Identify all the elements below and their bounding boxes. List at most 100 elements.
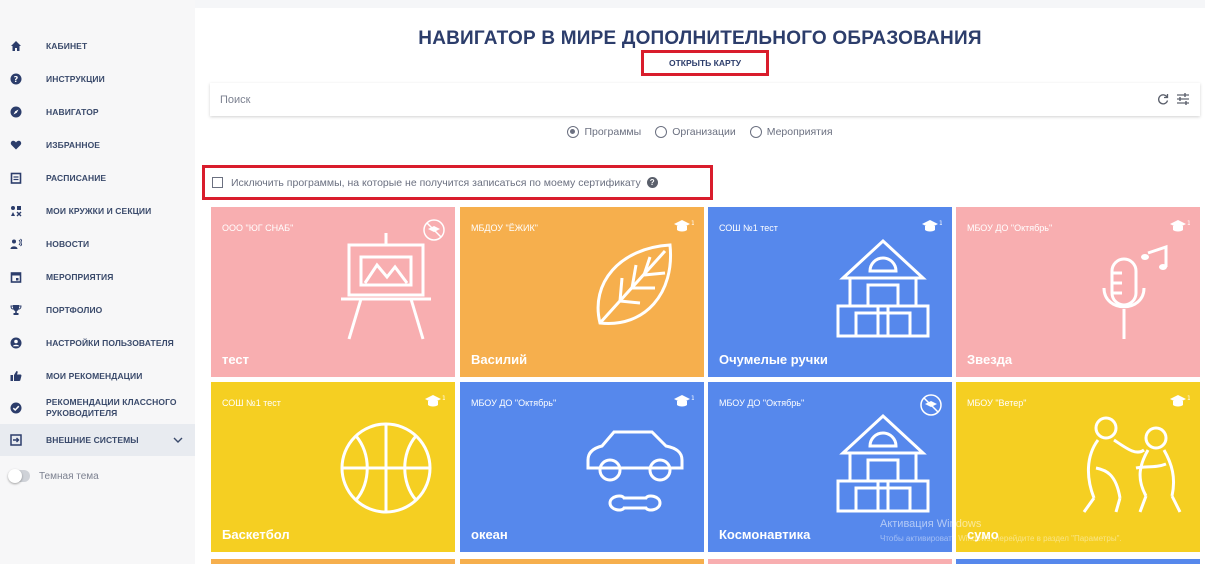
card-organization: МБОУ ДО "Октябрь" <box>471 398 557 408</box>
sidebar-item-favorites[interactable]: ИЗБРАННОЕ <box>0 137 195 153</box>
card-title: тест <box>222 352 250 367</box>
compass-icon <box>9 105 23 119</box>
radio-organizations[interactable]: Организации <box>655 126 736 138</box>
leaf-icon <box>596 243 673 325</box>
sidebar-item-navigator[interactable]: НАВИГАТОР <box>0 104 195 120</box>
page-title: НАВИГАТОР В МИРЕ ДОПОЛНИТЕЛЬНОГО ОБРАЗОВ… <box>418 28 982 49</box>
radio-button-selected[interactable] <box>567 126 580 138</box>
question-icon: ? <box>9 72 23 86</box>
trophy-icon <box>9 303 23 317</box>
svg-text:1: 1 <box>442 395 445 402</box>
event-calendar-icon <box>9 270 23 284</box>
heart-icon <box>9 138 23 152</box>
card-organization: МБОУ "Ветер" <box>967 398 1027 408</box>
megaphone-icon <box>9 237 23 251</box>
sidebar: КАБИНЕТ ? ИНСТРУКЦИИ НАВИГАТОР ИЗБРАННОЕ… <box>0 0 195 564</box>
toggle-switch[interactable] <box>8 469 30 483</box>
sidebar-item-label: РЕКОМЕНДАЦИИ КЛАССНОГО РУКОВОДИТЕЛЯ <box>46 397 177 418</box>
external-icon <box>9 433 23 447</box>
card-organization: СОШ №1 тест <box>719 223 778 233</box>
exclude-programs-checkbox[interactable] <box>212 177 223 188</box>
svg-text:?: ? <box>14 75 19 84</box>
radio-label: Организации <box>672 126 736 138</box>
program-card[interactable]: СОШ №1 тест 1 Очумелые ручки <box>708 207 952 377</box>
program-card[interactable]: МБДОУ "ЁЖИК" 1 Василий <box>460 207 704 377</box>
sidebar-item-news[interactable]: НОВОСТИ <box>0 236 195 252</box>
exclude-programs-label: Исключить программы, на которые не получ… <box>231 176 641 189</box>
thumbs-up-icon <box>9 369 23 383</box>
filter-settings-icon[interactable] <box>1176 92 1190 111</box>
program-card-partial[interactable] <box>460 559 704 564</box>
svg-text:1: 1 <box>691 220 694 227</box>
search-actions <box>1156 92 1190 111</box>
card-organization: ООО "ЮГ СНАБ" <box>222 223 294 233</box>
program-card[interactable]: ООО "ЮГ СНАБ" тест <box>211 207 455 377</box>
radio-button[interactable] <box>655 126 668 138</box>
sidebar-item-label: ВНЕШНИЕ СИСТЕМЫ <box>46 434 139 445</box>
card-organization: СОШ №1 тест <box>222 398 281 408</box>
sidebar-item-schedule[interactable]: РАСПИСАНИЕ <box>0 170 195 186</box>
app-root: КАБИНЕТ ? ИНСТРУКЦИИ НАВИГАТОР ИЗБРАННОЕ… <box>0 0 1205 564</box>
microphone-icon <box>1102 244 1168 339</box>
calendar-list-icon <box>9 171 23 185</box>
chevron-down-icon <box>173 434 183 446</box>
svg-text:1: 1 <box>1187 220 1190 227</box>
sidebar-item-label: РАСПИСАНИЕ <box>46 172 107 183</box>
search-bar <box>210 83 1200 116</box>
card-title: Баскетбол <box>222 527 290 542</box>
radio-events[interactable]: Мероприятия <box>749 126 833 138</box>
radio-label: Программы <box>584 126 642 138</box>
card-title: океан <box>471 527 508 542</box>
sidebar-item-teacher-recommendations[interactable]: РЕКОМЕНДАЦИИ КЛАССНОГО РУКОВОДИТЕЛЯ <box>0 392 195 424</box>
program-card-partial[interactable] <box>956 559 1200 564</box>
card-title: Космонавтика <box>719 527 811 542</box>
sidebar-item-portfolio[interactable]: ПОРТФОЛИО <box>0 302 195 318</box>
easel-icon <box>341 233 431 340</box>
radio-label: Мероприятия <box>766 126 833 138</box>
user-settings-icon <box>9 336 23 350</box>
building-blocks-icon <box>836 238 930 338</box>
radio-button[interactable] <box>749 126 762 138</box>
card-title: Василий <box>471 352 528 367</box>
certificate-filter: Исключить программы, на которые не получ… <box>202 165 713 200</box>
main-content: НАВИГАТОР В МИРЕ ДОПОЛНИТЕЛЬНОГО ОБРАЗОВ… <box>195 8 1205 564</box>
windows-activation-hint: Чтобы активировать Windows, перейдите в … <box>880 534 1122 543</box>
sidebar-item-events[interactable]: МЕРОПРИЯТИЯ <box>0 269 195 285</box>
svg-text:1: 1 <box>1187 395 1190 402</box>
card-organization: МБОУ ДО "Октябрь" <box>967 223 1053 233</box>
program-card[interactable]: МБОУ ДО "Октябрь" 1 Звезда <box>956 207 1200 377</box>
card-organization: МБДОУ "ЁЖИК" <box>471 223 538 233</box>
card-title: Очумелые ручки <box>719 352 828 367</box>
card-title: Звезда <box>967 352 1013 367</box>
home-icon <box>9 39 23 53</box>
wrestlers-icon <box>1082 416 1182 513</box>
sidebar-item-label: МОИ РЕКОМЕНДАЦИИ <box>46 370 143 381</box>
radio-programs[interactable]: Программы <box>567 126 641 138</box>
sidebar-item-cabinet[interactable]: КАБИНЕТ <box>0 38 195 54</box>
building-blocks-icon <box>836 413 930 513</box>
search-input[interactable] <box>220 93 1120 106</box>
dark-theme-toggle[interactable]: Темная тема <box>8 469 99 483</box>
sidebar-item-instructions[interactable]: ? ИНСТРУКЦИИ <box>0 71 195 87</box>
basketball-icon <box>340 422 432 514</box>
card-organization: МБОУ ДО "Октябрь" <box>719 398 805 408</box>
check-circle-icon <box>9 401 23 415</box>
sidebar-item-label: МЕРОПРИЯТИЯ <box>46 271 114 282</box>
program-card-partial[interactable] <box>211 559 455 564</box>
program-card[interactable]: МБОУ "Ветер" 1 сумо <box>956 382 1200 552</box>
svg-text:1: 1 <box>939 220 942 227</box>
program-card-partial[interactable] <box>708 559 952 564</box>
sidebar-item-my-recommendations[interactable]: МОИ РЕКОМЕНДАЦИИ <box>0 368 195 384</box>
dark-theme-label: Темная тема <box>39 470 99 482</box>
program-card[interactable]: СОШ №1 тест 1 Баскетбол <box>211 382 455 552</box>
help-icon[interactable]: ? <box>646 177 658 188</box>
program-card[interactable]: МБОУ ДО "Октябрь" 1 океан <box>460 382 704 552</box>
refresh-icon[interactable] <box>1156 92 1170 111</box>
sidebar-item-label: НАВИГАТОР <box>46 106 99 117</box>
open-map-button[interactable]: ОТКРЫТЬ КАРТУ <box>641 50 769 76</box>
sidebar-item-user-settings[interactable]: НАСТРОЙКИ ПОЛЬЗОВАТЕЛЯ <box>0 335 195 351</box>
sidebar-item-external-systems[interactable]: ВНЕШНИЕ СИСТЕМЫ <box>0 424 195 456</box>
sidebar-item-label: МОИ КРУЖКИ И СЕКЦИИ <box>46 205 152 216</box>
svg-text:1: 1 <box>691 395 694 402</box>
sidebar-item-my-clubs[interactable]: МОИ КРУЖКИ И СЕКЦИИ <box>0 203 195 219</box>
